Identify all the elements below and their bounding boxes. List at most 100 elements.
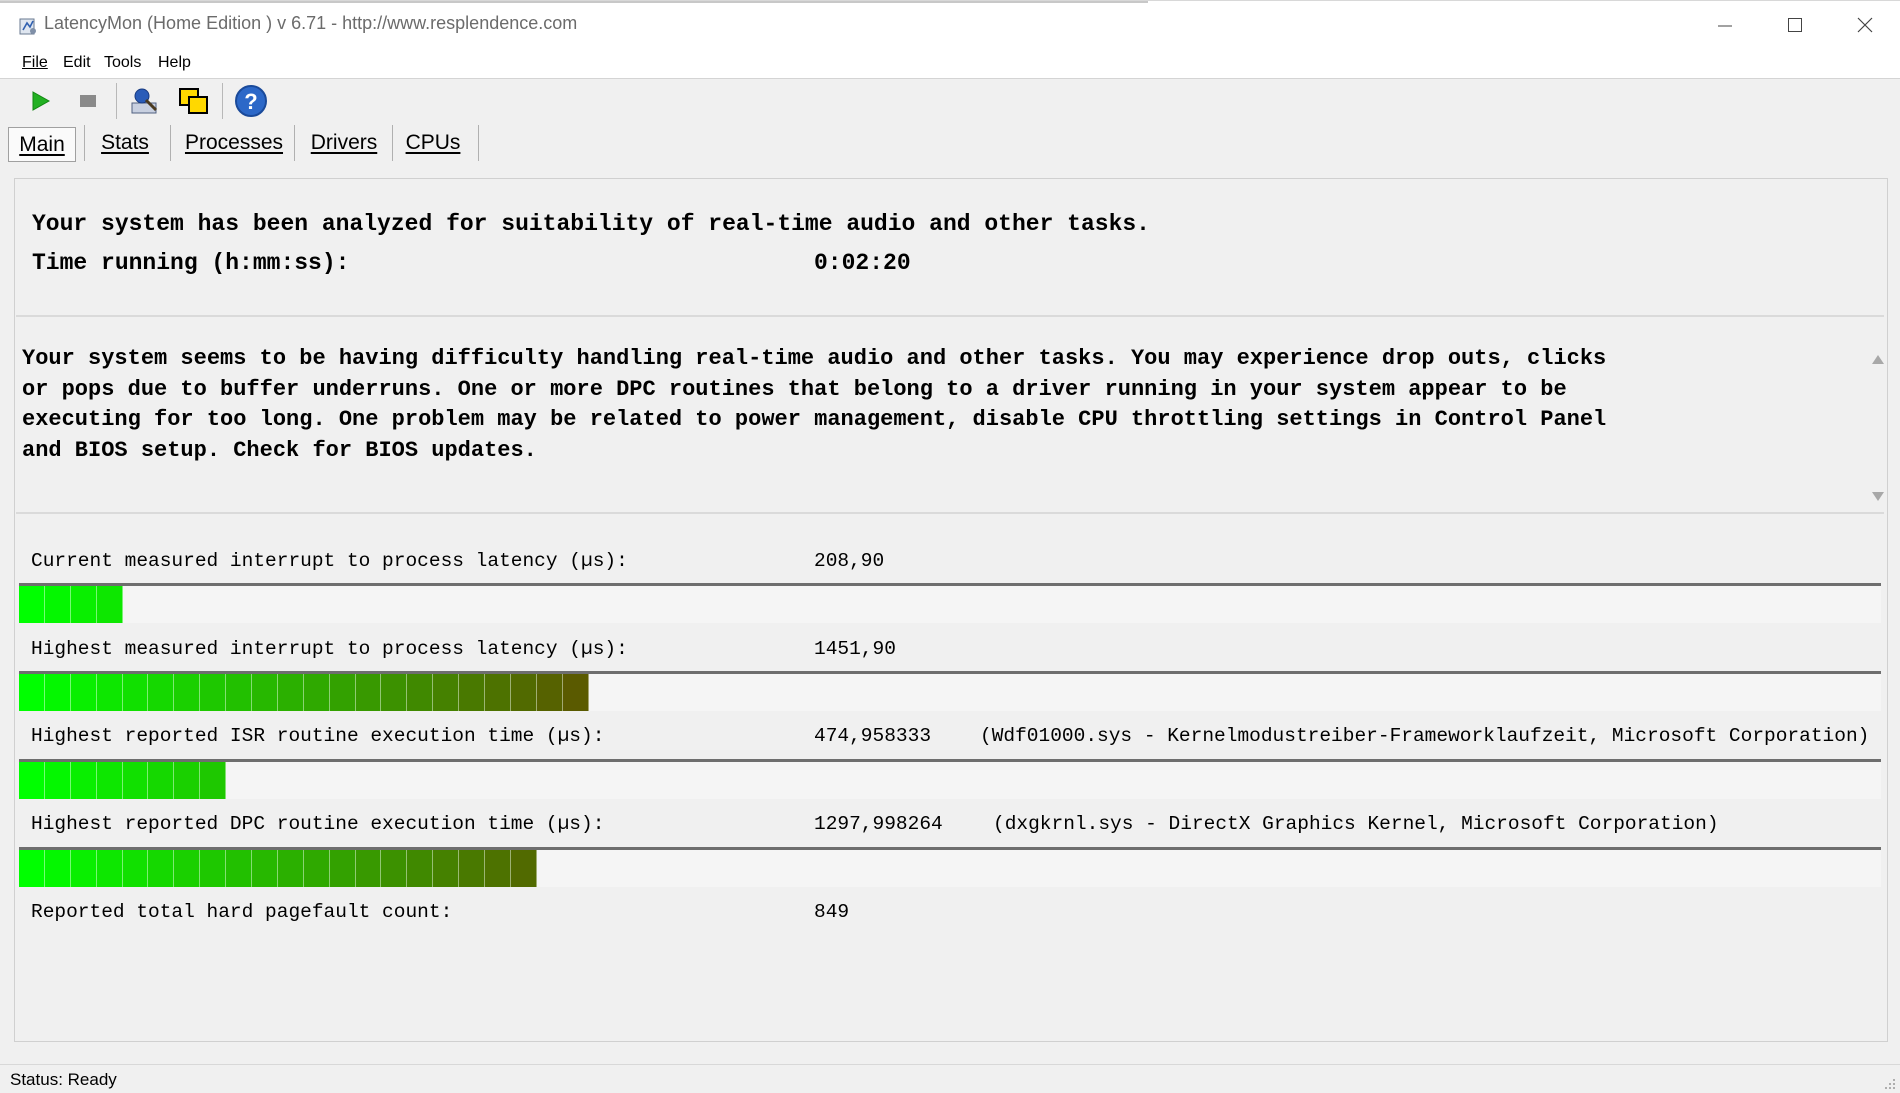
help-icon: ? [235, 85, 267, 117]
metric-label: Highest reported ISR routine execution t… [31, 725, 605, 747]
tab-stats[interactable]: Stats [92, 125, 158, 161]
metric-driver-info: (dxgkrnl.sys - DirectX Graphics Kernel, … [993, 813, 1719, 835]
advice-panel[interactable]: Your system seems to be having difficult… [16, 318, 1884, 514]
close-icon [1857, 17, 1873, 33]
tab-main[interactable]: Main [8, 127, 76, 162]
latency-bar-fill [19, 674, 589, 711]
latency-bar [19, 583, 1881, 623]
resize-grip-icon[interactable] [1882, 1076, 1896, 1090]
latency-bar-segment [148, 762, 175, 799]
metric-label: Current measured interrupt to process la… [31, 550, 628, 572]
latency-bar-segment [70, 586, 97, 623]
latency-bar-segment [485, 850, 511, 887]
tab-separator [392, 125, 393, 161]
latency-bar-segment [148, 674, 175, 711]
analyze-button[interactable] [126, 83, 162, 119]
latency-bar-segment [200, 762, 227, 799]
menu-file[interactable]: File [22, 54, 48, 72]
latencymon-app-icon [19, 18, 36, 35]
latency-bar-segment [174, 762, 201, 799]
latency-bar-segment [381, 850, 408, 887]
latency-bar-segment [226, 850, 253, 887]
latency-bar-segment [303, 850, 330, 887]
latency-bar-segment [562, 674, 589, 711]
latency-bar-segment [19, 586, 45, 623]
analysis-headline: Your system has been analyzed for suitab… [32, 211, 1150, 237]
metric-value: 208,90 [814, 550, 885, 572]
analyze-icon [131, 88, 158, 114]
latency-bar-segment [44, 674, 71, 711]
window-button[interactable] [176, 83, 212, 119]
latency-bar [19, 671, 1881, 711]
toolbar-separator [222, 83, 223, 119]
latency-bar-segment [19, 850, 45, 887]
latency-bar-segment [303, 674, 330, 711]
maximize-icon [1788, 18, 1802, 32]
metric-value: 1451,90 [814, 638, 896, 660]
latency-bar-segment [70, 850, 97, 887]
latency-bar-segment [226, 674, 253, 711]
time-running-value: 0:02:20 [814, 250, 911, 276]
metric-label: Highest measured interrupt to process la… [31, 638, 628, 660]
menu-help[interactable]: Help [158, 54, 191, 72]
tab-processes[interactable]: Processes [178, 125, 290, 161]
minimize-button[interactable] [1690, 1, 1760, 49]
latency-bar-segment [433, 850, 460, 887]
latency-bar-segment [174, 850, 201, 887]
tab-separator [170, 125, 171, 161]
help-button[interactable]: ? [233, 83, 269, 119]
latency-bar-segment [510, 850, 537, 887]
latency-bar-segment [407, 850, 434, 887]
latency-bar-segment [459, 850, 486, 887]
status-bar: Status: Ready [0, 1064, 1900, 1093]
time-running-label: Time running (h:mm:ss): [32, 250, 350, 276]
latency-bar-fill [19, 850, 537, 887]
latency-bar-segment [381, 674, 408, 711]
latency-bar-fill [19, 586, 123, 623]
latency-bar-segment [44, 850, 71, 887]
latency-bar-segment [44, 762, 71, 799]
latency-bar-segment [536, 674, 563, 711]
summary-panel: Your system has been analyzed for suitab… [16, 181, 1884, 317]
latency-bar-segment [329, 850, 356, 887]
latency-bar-segment [252, 674, 278, 711]
latency-bar-segment [459, 674, 486, 711]
latency-bar [19, 847, 1881, 887]
menu-edit[interactable]: Edit [63, 54, 91, 72]
latency-bar-segment [122, 674, 149, 711]
latency-bar-segment [19, 762, 45, 799]
status-text: Status: Ready [10, 1070, 117, 1089]
scroll-down-arrow-icon[interactable] [1872, 492, 1884, 501]
stop-button[interactable] [70, 83, 106, 119]
toolbar-separator [116, 83, 117, 119]
tab-cpus[interactable]: CPUs [400, 125, 466, 161]
scroll-up-arrow-icon[interactable] [1872, 355, 1884, 364]
maximize-button[interactable] [1760, 1, 1830, 49]
tab-drivers[interactable]: Drivers [302, 125, 386, 161]
latency-bar-segment [70, 674, 97, 711]
latency-bar-segment [329, 674, 356, 711]
latency-bar-segment [355, 674, 382, 711]
start-button[interactable] [22, 83, 58, 119]
latency-bar-segment [277, 674, 304, 711]
latency-bar-segment [174, 674, 201, 711]
window-icon [179, 88, 208, 114]
latency-bar-segment [200, 674, 227, 711]
advice-text: Your system seems to be having difficult… [22, 346, 1607, 463]
latency-bar-segment [96, 850, 123, 887]
latency-bar-segment [355, 850, 382, 887]
close-button[interactable] [1830, 1, 1900, 49]
latency-bar-segment [252, 850, 278, 887]
latency-bar-segment [122, 850, 149, 887]
latency-bar-segment [200, 850, 227, 887]
latency-bar-segment [277, 850, 304, 887]
latency-bar [19, 759, 1881, 799]
latency-bar-segment [433, 674, 460, 711]
latency-bar-segment [96, 762, 123, 799]
latency-bar-segment [407, 674, 434, 711]
svg-text:?: ? [244, 89, 257, 114]
menu-tools[interactable]: Tools [104, 54, 141, 72]
tab-bar: Main Stats Processes Drivers CPUs [0, 125, 1900, 163]
latency-bar-segment [70, 762, 97, 799]
metric-value: 849 [814, 901, 850, 923]
